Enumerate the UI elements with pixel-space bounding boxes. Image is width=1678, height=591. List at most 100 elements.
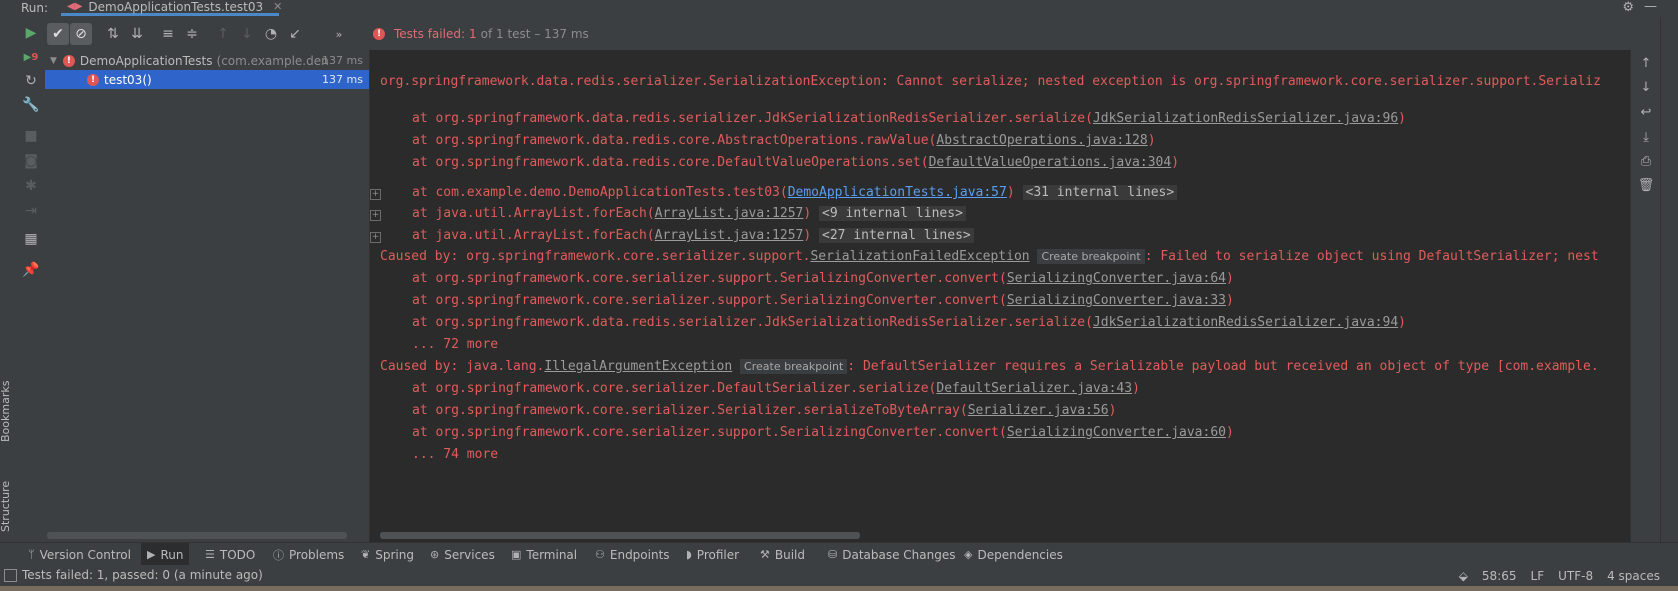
camera-icon[interactable]: ◙ bbox=[22, 152, 40, 170]
chevron-down-icon[interactable]: ▼ bbox=[50, 56, 57, 66]
failed-count: 1 bbox=[469, 26, 477, 41]
tree-node-test03[interactable]: ! test03() 137 ms bbox=[45, 70, 369, 89]
tree-node-name: test03() bbox=[104, 72, 152, 87]
structure-tool-tab[interactable]: Structure bbox=[0, 481, 12, 532]
run-config-icon: ◀▶ bbox=[67, 1, 83, 12]
previous-failed-icon[interactable]: ↑ bbox=[212, 23, 234, 45]
status-text: Tests failed: 1, passed: 0 (a minute ago… bbox=[22, 568, 263, 582]
console-line: at org.springframework.core.serializer.S… bbox=[412, 403, 1117, 418]
source-link[interactable]: ArrayList.java:1257 bbox=[655, 228, 804, 243]
tab-version-control[interactable]: ᛘ Version Control bbox=[22, 543, 137, 566]
create-breakpoint-button[interactable]: Create breakpoint bbox=[740, 359, 848, 374]
source-link[interactable]: JdkSerializationRedisSerializer.java:94 bbox=[1093, 315, 1398, 330]
expand-fold-icon[interactable]: + bbox=[370, 232, 381, 243]
stop-icon[interactable]: ■ bbox=[22, 127, 40, 145]
profiler-icon: ◗ bbox=[686, 548, 692, 561]
source-link[interactable]: SerializingConverter.java:60 bbox=[1007, 425, 1226, 440]
bug-icon[interactable]: ✱ bbox=[22, 177, 40, 195]
minimize-icon[interactable]: — bbox=[1644, 0, 1657, 15]
trash-icon[interactable]: 🗑 bbox=[1637, 176, 1655, 194]
console-line: at org.springframework.core.serializer.D… bbox=[412, 381, 1140, 396]
tab-build[interactable]: ⚒ Build bbox=[754, 543, 811, 566]
source-link[interactable]: SerializingConverter.java:64 bbox=[1007, 271, 1226, 286]
tab-todo[interactable]: ☰ TODO bbox=[199, 543, 261, 566]
console-line: at org.springframework.core.serializer.s… bbox=[412, 271, 1234, 286]
test-history-icon[interactable]: ◔ bbox=[260, 23, 282, 45]
left-tool-strip: Bookmarks Structure bbox=[0, 17, 17, 542]
rerun-failed-icon[interactable]: ▶ 9 bbox=[22, 48, 40, 66]
toggle-tool-windows-icon[interactable] bbox=[4, 569, 17, 582]
source-link[interactable]: Serializer.java:56 bbox=[968, 403, 1109, 418]
console-line: at org.springframework.data.redis.core.D… bbox=[412, 155, 1180, 170]
console-line: at java.util.ArrayList.forEach(ArrayList… bbox=[412, 205, 966, 223]
tab-profiler[interactable]: ◗ Profiler bbox=[680, 543, 745, 566]
next-failed-icon[interactable]: ↓ bbox=[236, 23, 258, 45]
play-icon: ▶ bbox=[147, 548, 156, 561]
more-actions-icon[interactable]: » bbox=[328, 23, 350, 45]
layout-icon[interactable]: ▦ bbox=[22, 230, 40, 248]
import-tests-icon[interactable]: ↙ bbox=[284, 23, 306, 45]
arrow-down-icon[interactable]: ↓ bbox=[1637, 78, 1655, 96]
internal-lines-fold[interactable]: <27 internal lines> bbox=[819, 228, 974, 243]
list-icon: ☰ bbox=[205, 548, 215, 561]
expand-fold-icon[interactable]: + bbox=[370, 189, 381, 200]
tree-node-root[interactable]: ▼ ! DemoApplicationTests (com.example.de… bbox=[45, 51, 369, 70]
tab-services[interactable]: ⊛ Services bbox=[424, 543, 501, 566]
show-passed-icon[interactable]: ✔ bbox=[47, 23, 69, 45]
exception-link[interactable]: IllegalArgumentException bbox=[544, 359, 732, 374]
rerun-icon[interactable]: ▶ bbox=[22, 24, 40, 42]
expand-fold-icon[interactable]: + bbox=[370, 210, 381, 221]
print-icon[interactable]: ⎙ bbox=[1637, 152, 1655, 170]
tab-dependencies[interactable]: ◈ Dependencies bbox=[958, 543, 1069, 566]
source-link[interactable]: DemoApplicationTests.java:57 bbox=[788, 185, 1007, 200]
tab-run[interactable]: ▶ Run bbox=[141, 543, 190, 566]
console-horizontal-scrollbar[interactable] bbox=[380, 532, 860, 539]
soft-wrap-icon[interactable]: ↩ bbox=[1637, 103, 1655, 121]
toggle-auto-test-icon[interactable]: ↻ bbox=[22, 72, 40, 90]
console-line: Caused by: java.lang.IllegalArgumentExce… bbox=[380, 359, 1599, 374]
internal-lines-fold[interactable]: <9 internal lines> bbox=[819, 206, 966, 221]
internal-lines-fold[interactable]: <31 internal lines> bbox=[1022, 185, 1178, 200]
arrow-up-icon[interactable]: ↑ bbox=[1637, 54, 1655, 72]
source-link[interactable]: ArrayList.java:1257 bbox=[655, 206, 804, 221]
source-link[interactable]: DefaultSerializer.java:43 bbox=[936, 381, 1132, 396]
exit-icon[interactable]: ⇥ bbox=[22, 202, 40, 220]
services-icon: ⊛ bbox=[430, 548, 440, 561]
wrench-icon[interactable]: 🔧 bbox=[22, 96, 40, 114]
status-detail: of 1 test – 137 ms bbox=[480, 26, 589, 41]
create-breakpoint-button[interactable]: Create breakpoint bbox=[1037, 249, 1145, 264]
info-icon: ⓘ bbox=[273, 548, 284, 562]
source-link[interactable]: SerializingConverter.java:33 bbox=[1007, 293, 1226, 308]
exception-link[interactable]: SerializationFailedException bbox=[810, 249, 1029, 264]
close-icon[interactable]: ✕ bbox=[273, 0, 282, 13]
indent-setting[interactable]: 4 spaces bbox=[1607, 569, 1660, 583]
sort-alphabetically-icon[interactable]: ⇅ bbox=[102, 23, 124, 45]
scroll-to-end-icon[interactable]: ⤓ bbox=[1637, 128, 1655, 146]
line-separator[interactable]: LF bbox=[1531, 569, 1545, 583]
pin-icon[interactable]: 📌 bbox=[22, 261, 40, 279]
bookmarks-tool-tab[interactable]: Bookmarks bbox=[0, 381, 12, 442]
git-icon[interactable]: ⬙ bbox=[1459, 569, 1468, 583]
source-link[interactable]: AbstractOperations.java:128 bbox=[936, 133, 1147, 148]
endpoints-icon: ⚇ bbox=[595, 548, 605, 561]
tab-terminal[interactable]: ▣ Terminal bbox=[505, 543, 583, 566]
expand-all-icon[interactable]: ≡ bbox=[157, 23, 179, 45]
source-link[interactable]: DefaultValueOperations.java:304 bbox=[929, 155, 1172, 170]
tab-database-changes[interactable]: ⛁ Database Changes bbox=[822, 543, 962, 566]
run-tab[interactable]: ◀▶ DemoApplicationTests.test03 ✕ bbox=[61, 0, 282, 16]
test-status-message: ! Tests failed: 1 of 1 test – 137 ms bbox=[373, 17, 589, 50]
show-ignored-icon[interactable]: ⊘ bbox=[70, 23, 92, 45]
source-link[interactable]: JdkSerializationRedisSerializer.java:96 bbox=[1093, 111, 1398, 126]
status-bar-right: ⬙ 58:65 LF UTF-8 4 spaces bbox=[1459, 565, 1660, 586]
caret-position[interactable]: 58:65 bbox=[1482, 569, 1517, 583]
tab-spring[interactable]: ❦ Spring bbox=[355, 543, 420, 566]
tab-endpoints[interactable]: ⚇ Endpoints bbox=[589, 543, 676, 566]
file-encoding[interactable]: UTF-8 bbox=[1558, 569, 1593, 583]
gear-icon[interactable]: ⚙ bbox=[1622, 0, 1634, 16]
tab-problems[interactable]: ⓘ Problems bbox=[267, 543, 350, 566]
sort-by-duration-icon[interactable]: ⇊ bbox=[126, 23, 148, 45]
tree-node-package: (com.example.den bbox=[216, 53, 329, 68]
tree-horizontal-scrollbar[interactable] bbox=[47, 532, 347, 539]
collapse-all-icon[interactable]: ≑ bbox=[181, 23, 203, 45]
console-output: org.springframework.data.redis.serialize… bbox=[370, 50, 1630, 542]
